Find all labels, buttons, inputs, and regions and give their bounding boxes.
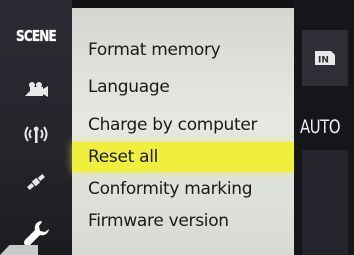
shooting-mode-label: AUTO (300, 116, 341, 138)
wireless-menu-tab[interactable] (10, 114, 62, 154)
menu-item-format-memory[interactable]: Format memory (72, 35, 294, 65)
menu-item-label: Format memory (88, 40, 221, 60)
wireless-icon (24, 126, 48, 143)
storage-text: IN (318, 56, 329, 66)
movie-menu-tab[interactable] (10, 70, 62, 110)
camera-screen: SCENE Format memory Language Charge by c… (0, 0, 354, 255)
status-column: IN AUTO (294, 0, 354, 255)
storage-indicator: IN (302, 30, 348, 86)
status-panel (302, 150, 348, 255)
menu-item-label: Conformity marking (88, 179, 253, 199)
setup-menu-tab[interactable] (14, 210, 60, 255)
menu-item-reset-all[interactable]: Reset all (72, 142, 294, 172)
scene-menu-tab[interactable]: SCENE (10, 16, 62, 56)
menu-item-label: Language (88, 77, 170, 97)
scene-icon: SCENE (16, 27, 57, 45)
internal-memory-icon: IN (315, 51, 335, 66)
satellite-icon (27, 174, 45, 190)
menu-item-language[interactable]: Language (72, 72, 294, 102)
setup-menu-list: Format memory Language Charge by compute… (72, 8, 294, 255)
menu-item-label: Firmware version (88, 211, 229, 231)
menu-item-charge-by-computer[interactable]: Charge by computer (72, 110, 294, 140)
movie-icon (25, 82, 48, 97)
menu-item-label: Charge by computer (88, 115, 258, 135)
menu-item-conformity-marking[interactable]: Conformity marking (72, 174, 294, 204)
wrench-icon (23, 220, 49, 246)
menu-item-label: Reset all (88, 147, 159, 167)
menu-category-rail: SCENE (0, 0, 72, 255)
location-menu-tab[interactable] (10, 162, 62, 202)
menu-item-firmware-version[interactable]: Firmware version (72, 206, 294, 236)
